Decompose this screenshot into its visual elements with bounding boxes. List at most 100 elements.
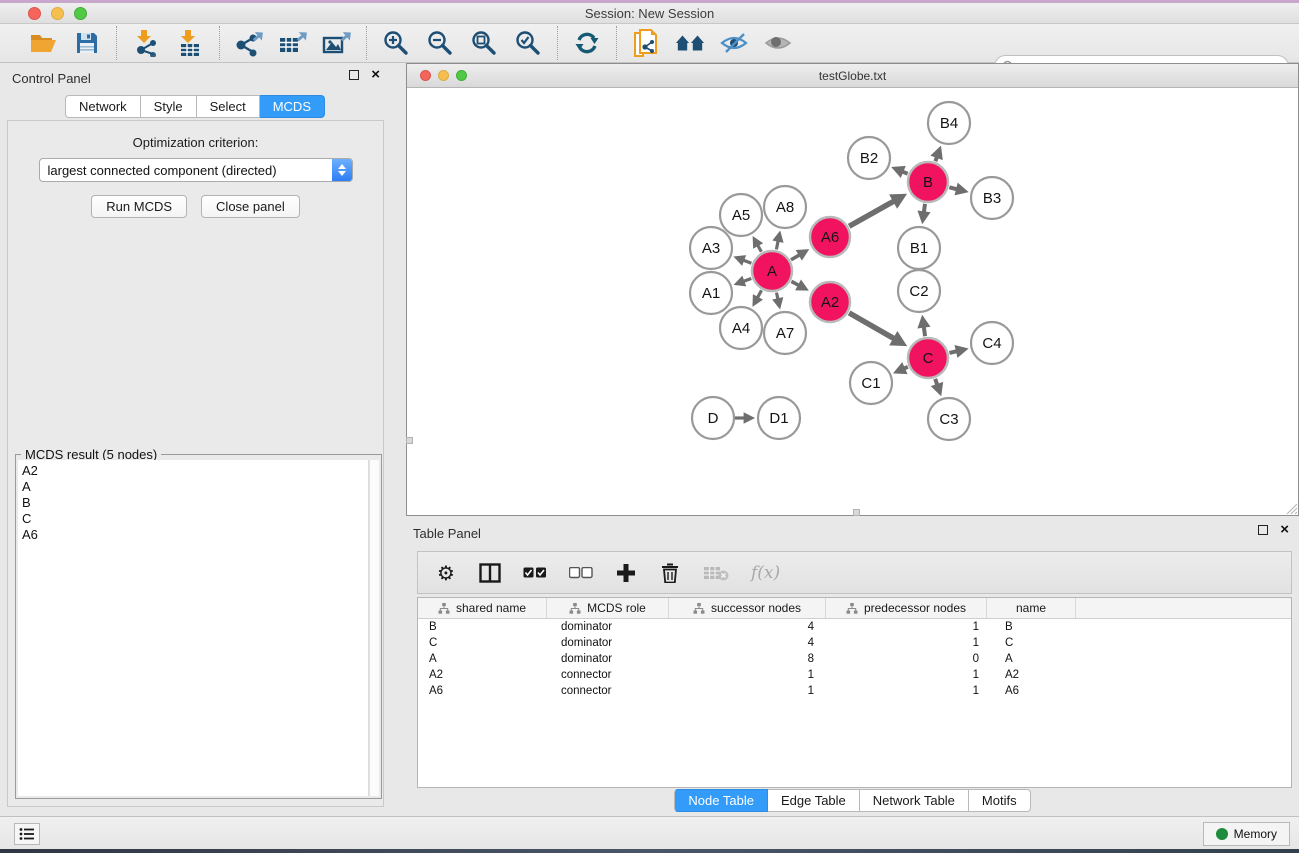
zoom-out-icon bbox=[427, 30, 453, 56]
close-panel-button[interactable]: Close panel bbox=[201, 195, 300, 218]
refresh-view-button[interactable] bbox=[572, 28, 602, 58]
table-cell: 0 bbox=[826, 651, 987, 667]
column-layout-button[interactable] bbox=[479, 560, 501, 586]
tab-network-table[interactable]: Network Table bbox=[860, 789, 969, 812]
graph-edge-A-A1[interactable] bbox=[743, 278, 751, 281]
export-network-button[interactable] bbox=[234, 28, 264, 58]
column-header-name[interactable]: name bbox=[987, 598, 1076, 618]
task-history-button[interactable] bbox=[14, 823, 40, 845]
graph-edge-B-B1[interactable] bbox=[924, 204, 925, 213]
graph-edge-A-A3[interactable] bbox=[743, 260, 751, 263]
table-header-row: shared name MCDS rolesuccessor nodesprede… bbox=[418, 598, 1291, 619]
criterion-select[interactable]: largest connected component (directed) bbox=[39, 158, 353, 182]
resize-grip-icon[interactable] bbox=[1285, 502, 1298, 515]
column-header-shared-name[interactable]: shared name bbox=[418, 598, 547, 618]
open-session-button[interactable] bbox=[28, 28, 58, 58]
tab-edge-table[interactable]: Edge Table bbox=[768, 789, 860, 812]
zoom-selected-button[interactable] bbox=[513, 28, 543, 58]
graph-edge-A-A8[interactable] bbox=[776, 241, 778, 250]
column-layout-icon bbox=[479, 563, 501, 583]
select-all-columns-button[interactable] bbox=[523, 560, 547, 586]
result-list-scrollbar[interactable] bbox=[369, 460, 379, 796]
graph-edge-C-C2[interactable] bbox=[924, 327, 925, 337]
save-icon bbox=[75, 31, 99, 55]
clone-network-button[interactable] bbox=[631, 28, 661, 58]
run-mcds-button[interactable]: Run MCDS bbox=[91, 195, 187, 218]
table-settings-button[interactable]: ⚙ bbox=[435, 560, 457, 586]
tab-node-table[interactable]: Node Table bbox=[674, 789, 768, 812]
delete-table-button[interactable] bbox=[703, 560, 729, 586]
graph-edge-C-C4[interactable] bbox=[949, 351, 957, 353]
graph-node-label-D: D bbox=[708, 410, 719, 427]
mcds-result-item[interactable]: B bbox=[22, 495, 368, 511]
zoom-fit-button[interactable] bbox=[469, 28, 499, 58]
graph-edge-B-B3[interactable] bbox=[949, 187, 957, 189]
table-cell: connector bbox=[547, 667, 669, 683]
canvas-bottom-handle[interactable] bbox=[853, 509, 860, 516]
table-row[interactable]: Bdominator41B bbox=[418, 619, 1291, 635]
table-cell: C bbox=[418, 635, 547, 651]
hide-graphics-details-button[interactable] bbox=[719, 28, 749, 58]
close-table-panel-icon[interactable]: × bbox=[1280, 525, 1289, 535]
mcds-result-list[interactable]: A2ABCA6 bbox=[18, 460, 369, 796]
function-builder-button[interactable]: f(x) bbox=[751, 560, 780, 586]
memory-status-icon bbox=[1216, 828, 1228, 840]
criterion-value: largest connected component (directed) bbox=[40, 163, 332, 178]
graph-edge-A-A4[interactable] bbox=[757, 290, 761, 297]
table-cell: 8 bbox=[669, 651, 826, 667]
delete-table-icon bbox=[703, 565, 729, 581]
import-network-button[interactable] bbox=[131, 28, 161, 58]
table-row[interactable]: A2connector11A2 bbox=[418, 667, 1291, 683]
graph-edge-A-A6[interactable] bbox=[791, 255, 800, 260]
sitemap-icon bbox=[846, 603, 858, 614]
graph-edge-A-A7[interactable] bbox=[777, 293, 778, 300]
column-header-predecessor-nodes[interactable]: predecessor nodes bbox=[826, 598, 987, 618]
tab-motifs[interactable]: Motifs bbox=[969, 789, 1031, 812]
table-panel-header: Table Panel × bbox=[406, 518, 1299, 548]
tab-network[interactable]: Network bbox=[65, 95, 141, 118]
network-graph[interactable]: B4B2BB3A5A8A6A3AB1A1A2C2A4A7CC4C1C3DD1 bbox=[407, 89, 1298, 515]
export-table-icon bbox=[278, 29, 308, 57]
graph-edge-A2-C[interactable] bbox=[849, 313, 894, 339]
deselect-all-columns-button[interactable] bbox=[569, 560, 593, 586]
graph-edge-arrowhead bbox=[954, 345, 968, 358]
delete-column-button[interactable] bbox=[659, 560, 681, 586]
graph-node-label-B1: B1 bbox=[910, 240, 928, 257]
network-window-titlebar[interactable]: testGlobe.txt bbox=[407, 64, 1298, 88]
add-column-button[interactable] bbox=[615, 560, 637, 586]
show-graphics-details-button[interactable] bbox=[763, 28, 793, 58]
mcds-result-item[interactable]: A2 bbox=[22, 463, 368, 479]
save-session-button[interactable] bbox=[72, 28, 102, 58]
column-header-label: shared name bbox=[456, 601, 526, 615]
graph-edge-A6-B[interactable] bbox=[849, 201, 894, 226]
float-panel-icon[interactable] bbox=[349, 70, 359, 80]
table-cell: C bbox=[987, 635, 1076, 651]
memory-button[interactable]: Memory bbox=[1203, 822, 1290, 846]
homes-button[interactable] bbox=[675, 28, 705, 58]
table-row[interactable]: Adominator80A bbox=[418, 651, 1291, 667]
mcds-result-item[interactable]: C bbox=[22, 511, 368, 527]
gear-icon: ⚙ bbox=[437, 562, 455, 584]
graph-edge-A-A5[interactable] bbox=[758, 245, 762, 252]
export-image-button[interactable] bbox=[322, 28, 352, 58]
export-table-button[interactable] bbox=[278, 28, 308, 58]
zoom-in-button[interactable] bbox=[381, 28, 411, 58]
network-canvas[interactable]: B4B2BB3A5A8A6A3AB1A1A2C2A4A7CC4C1C3DD1 bbox=[407, 89, 1298, 515]
import-table-button[interactable] bbox=[175, 28, 205, 58]
mcds-result-item[interactable]: A bbox=[22, 479, 368, 495]
graph-edge-arrowhead bbox=[772, 297, 783, 309]
tab-style[interactable]: Style bbox=[141, 95, 197, 118]
column-header-successor-nodes[interactable]: successor nodes bbox=[669, 598, 826, 618]
tab-mcds[interactable]: MCDS bbox=[260, 95, 325, 118]
close-panel-icon[interactable]: × bbox=[371, 70, 380, 80]
column-header-MCDS-role[interactable]: MCDS role bbox=[547, 598, 669, 618]
table-row[interactable]: Cdominator41C bbox=[418, 635, 1291, 651]
mcds-result-item[interactable]: A6 bbox=[22, 527, 368, 543]
tab-select[interactable]: Select bbox=[197, 95, 260, 118]
zoom-out-button[interactable] bbox=[425, 28, 455, 58]
float-table-panel-icon[interactable] bbox=[1258, 525, 1268, 535]
table-row[interactable]: A6connector11A6 bbox=[418, 683, 1291, 699]
status-bar: Memory bbox=[0, 816, 1299, 849]
canvas-left-handle[interactable] bbox=[406, 437, 413, 444]
graph-edge-A-A2[interactable] bbox=[791, 281, 799, 285]
